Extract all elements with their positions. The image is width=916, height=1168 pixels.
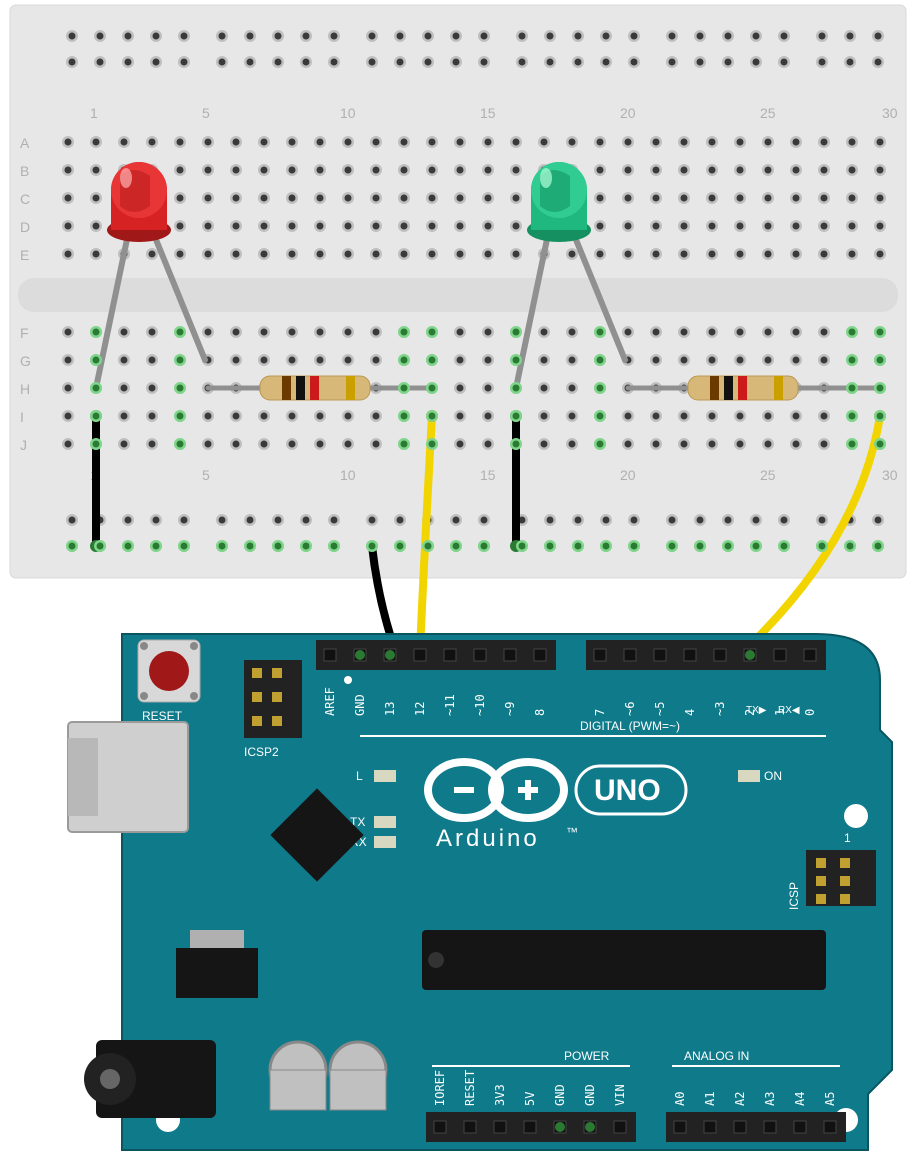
svg-text:C: C xyxy=(20,191,30,207)
digital-header-right xyxy=(586,640,826,670)
breadboard: 1 5 10 15 20 25 30 A B C D E F G H I J 1… xyxy=(10,5,906,578)
svg-text:A4: A4 xyxy=(793,1092,807,1106)
power-jack xyxy=(84,1040,216,1118)
svg-text:7: 7 xyxy=(593,709,607,716)
svg-text:AREF: AREF xyxy=(323,687,337,716)
svg-text:A2: A2 xyxy=(733,1092,747,1106)
svg-text:™: ™ xyxy=(566,825,578,839)
mcu-chip xyxy=(422,930,826,990)
svg-text:RESET: RESET xyxy=(463,1070,477,1106)
svg-text:F: F xyxy=(20,325,29,341)
svg-text:10: 10 xyxy=(340,467,356,483)
svg-text:H: H xyxy=(20,381,30,397)
power-label: POWER xyxy=(564,1049,610,1063)
breadboard-arduino-svg: 1 5 10 15 20 25 30 A B C D E F G H I J 1… xyxy=(0,0,916,1168)
svg-text:E: E xyxy=(20,247,29,263)
svg-text:25: 25 xyxy=(760,105,776,121)
analog-header xyxy=(666,1112,846,1142)
arduino-uno: RESET ICSP2 AREF GND 13 12 ~11 ~10 ~9 8 7 ~6 ~5 4 ~3… xyxy=(68,634,892,1150)
svg-text:~5: ~5 xyxy=(653,702,667,716)
svg-text:5: 5 xyxy=(202,105,210,121)
svg-text:B: B xyxy=(20,163,29,179)
svg-text:I: I xyxy=(20,409,24,425)
svg-text:15: 15 xyxy=(480,105,496,121)
svg-text:D: D xyxy=(20,219,30,235)
digital-label: DIGITAL (PWM=~) xyxy=(580,719,680,733)
svg-text:IOREF: IOREF xyxy=(433,1070,447,1106)
svg-text:~11: ~11 xyxy=(443,694,457,716)
svg-text:~3: ~3 xyxy=(713,702,727,716)
svg-text:GND: GND xyxy=(353,694,367,716)
svg-text:10: 10 xyxy=(340,105,356,121)
svg-text:G: G xyxy=(20,353,31,369)
svg-text:5: 5 xyxy=(202,467,210,483)
icsp2-header xyxy=(244,660,302,738)
svg-text:A5: A5 xyxy=(823,1092,837,1106)
analog-label: ANALOG IN xyxy=(684,1049,749,1063)
svg-text:A: A xyxy=(20,135,30,151)
reset-button[interactable] xyxy=(138,640,200,702)
tx-arrow-label: TX▶ xyxy=(746,705,767,716)
svg-text:15: 15 xyxy=(480,467,496,483)
svg-text:5V: 5V xyxy=(523,1092,537,1106)
usb-connector xyxy=(68,722,188,832)
svg-text:Arduino: Arduino xyxy=(436,825,540,852)
rx-arrow-label: RX◀ xyxy=(778,705,800,716)
power-header xyxy=(426,1112,636,1142)
svg-text:8: 8 xyxy=(533,709,547,716)
svg-text:30: 30 xyxy=(882,105,898,121)
svg-text:0: 0 xyxy=(803,709,817,716)
icsp-header xyxy=(806,850,876,906)
diagram-canvas: 1 5 10 15 20 25 30 A B C D E F G H I J 1… xyxy=(0,0,916,1168)
svg-text:A3: A3 xyxy=(763,1092,777,1106)
svg-text:~6: ~6 xyxy=(623,702,637,716)
svg-text:13: 13 xyxy=(383,702,397,716)
svg-text:J: J xyxy=(20,437,27,453)
svg-text:ON: ON xyxy=(764,769,782,783)
icsp-label: ICSP xyxy=(787,882,801,910)
icsp-one: 1 xyxy=(844,831,851,845)
svg-text:~10: ~10 xyxy=(473,694,487,716)
svg-text:3V3: 3V3 xyxy=(493,1084,507,1106)
svg-text:4: 4 xyxy=(683,709,697,716)
svg-text:25: 25 xyxy=(760,467,776,483)
svg-text:GND: GND xyxy=(583,1084,597,1106)
svg-text:VIN: VIN xyxy=(613,1084,627,1106)
svg-text:GND: GND xyxy=(553,1084,567,1106)
reset-label: RESET xyxy=(142,709,183,723)
svg-text:30: 30 xyxy=(882,467,898,483)
svg-text:A0: A0 xyxy=(673,1092,687,1106)
svg-text:~9: ~9 xyxy=(503,702,517,716)
svg-text:L: L xyxy=(356,769,363,783)
svg-text:20: 20 xyxy=(620,105,636,121)
icsp2-label: ICSP2 xyxy=(244,745,279,759)
regulator xyxy=(176,948,258,998)
digital-header-left xyxy=(316,640,556,670)
svg-text:20: 20 xyxy=(620,467,636,483)
svg-text:UNO: UNO xyxy=(594,774,661,807)
svg-text:A1: A1 xyxy=(703,1092,717,1106)
svg-text:1: 1 xyxy=(90,105,98,121)
svg-text:12: 12 xyxy=(413,702,427,716)
